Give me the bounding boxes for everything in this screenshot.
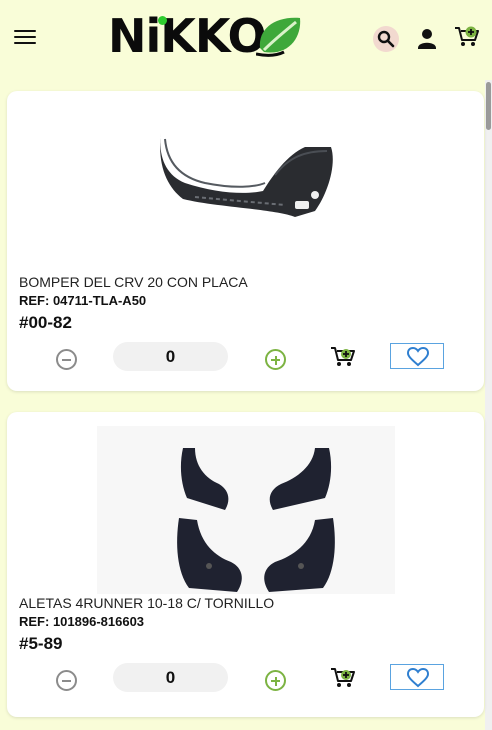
app-header: NiKKO: [0, 0, 492, 80]
product-ref: REF: 04711-TLA-A50: [19, 293, 147, 308]
decrease-quantity-button[interactable]: [56, 349, 77, 370]
cart-icon: [455, 26, 479, 46]
add-to-cart-icon[interactable]: [330, 666, 356, 690]
product-card: ALETAS 4RUNNER 10-18 C/ TORNILLO REF: 10…: [7, 412, 484, 717]
cart-button[interactable]: [454, 24, 480, 50]
user-icon: [418, 29, 436, 49]
logo-text: NiKKO: [108, 9, 267, 63]
product-ref: REF: 101896-816603: [19, 614, 145, 629]
product-card: BOMPER DEL CRV 20 CON PLACA REF: 04711-T…: [7, 91, 484, 391]
decrease-quantity-button[interactable]: [56, 670, 77, 691]
heart-icon: [407, 668, 429, 688]
add-to-cart-icon[interactable]: [330, 345, 356, 369]
product-price: #00-82: [19, 313, 72, 332]
scrollbar[interactable]: [485, 80, 492, 730]
favorite-button[interactable]: [390, 343, 444, 369]
quantity-field[interactable]: 0: [113, 342, 228, 371]
increase-quantity-button[interactable]: [265, 349, 286, 370]
product-image[interactable]: [155, 125, 335, 225]
menu-icon[interactable]: [14, 30, 36, 46]
increase-quantity-button[interactable]: [265, 670, 286, 691]
search-icon: [377, 30, 395, 48]
leaf-icon: [256, 17, 301, 57]
favorite-button[interactable]: [390, 664, 444, 690]
scrollbar-thumb[interactable]: [486, 82, 491, 130]
heart-icon: [407, 347, 429, 367]
nikko-logo[interactable]: NiKKO: [108, 10, 306, 62]
product-price: #5-89: [19, 634, 63, 653]
product-image[interactable]: [97, 426, 395, 594]
logo-dot: [158, 16, 167, 25]
product-name[interactable]: ALETAS 4RUNNER 10-18 C/ TORNILLO: [19, 595, 274, 611]
product-name[interactable]: BOMPER DEL CRV 20 CON PLACA: [19, 274, 248, 290]
user-button[interactable]: [416, 27, 438, 51]
search-button[interactable]: [373, 26, 399, 52]
quantity-field[interactable]: 0: [113, 663, 228, 692]
